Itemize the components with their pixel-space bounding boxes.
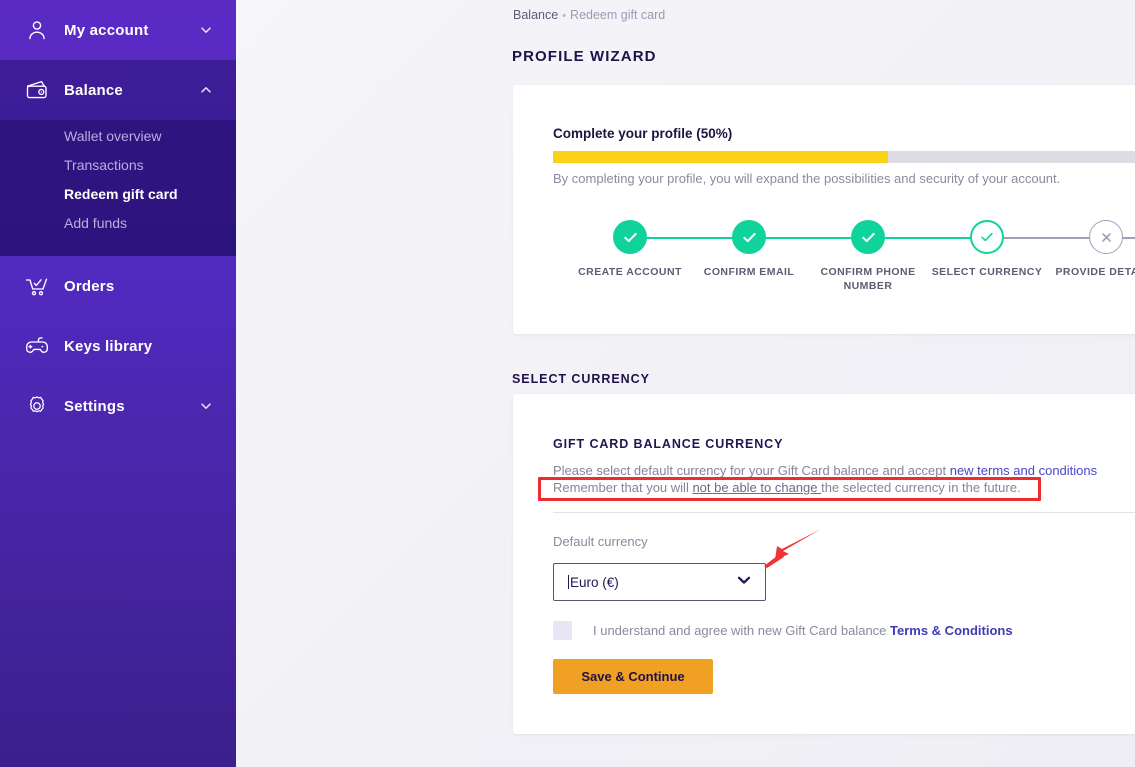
sidebar-group-balance: Balance Wallet overview Transactions Red…: [0, 60, 236, 256]
default-currency-select[interactable]: Euro (€): [553, 563, 766, 601]
select-currency-card: GIFT CARD BALANCE CURRENCY Please select…: [513, 394, 1135, 734]
terms-checkbox-label-text: I understand and agree with new Gift Car…: [593, 623, 891, 638]
divider: [553, 512, 1135, 513]
sidebar-item-orders[interactable]: Orders: [0, 256, 236, 316]
text-cursor: [568, 574, 569, 589]
progress-bar-fill: [553, 151, 888, 163]
wizard-step-label: PROVIDE DETAILS: [1055, 266, 1135, 278]
currency-description: Please select default currency for your …: [553, 462, 1135, 496]
wizard-step-provide-details[interactable]: PROVIDE DETAILS: [1046, 215, 1135, 280]
terms-checkbox[interactable]: [553, 621, 572, 640]
gear-icon: [24, 393, 50, 419]
chevron-down-icon[interactable]: [735, 571, 753, 594]
default-currency-value: Euro (€): [568, 574, 735, 590]
chevron-down-icon[interactable]: [198, 22, 214, 38]
page-title: PROFILE WIZARD: [512, 48, 657, 65]
sidebar-item-label: Keys library: [64, 337, 153, 355]
sidebar-item-label: My account: [64, 21, 149, 39]
sidebar-item-balance[interactable]: Balance: [0, 60, 236, 120]
app-root: My account Balance Wallet overview Trans…: [0, 0, 1135, 767]
wallet-icon: [24, 77, 50, 103]
wizard-step-label: CONFIRM EMAIL: [703, 266, 795, 278]
profile-wizard-card: Complete your profile (50%) By completin…: [513, 85, 1135, 334]
wizard-step-select-currency[interactable]: SELECT CURRENCY: [927, 215, 1047, 280]
sidebar-item-my-account[interactable]: My account: [0, 0, 236, 60]
breadcrumb: Balance • Redeem gift card: [513, 8, 665, 22]
breadcrumb-separator: •: [562, 10, 567, 22]
progress-label: Complete your profile (50%): [553, 126, 733, 141]
gift-card-balance-currency-heading: GIFT CARD BALANCE CURRENCY: [553, 437, 784, 451]
user-icon: [24, 17, 50, 43]
sidebar-item-label: Balance: [64, 81, 123, 99]
sidebar-subitem-transactions[interactable]: Transactions: [0, 151, 236, 180]
currency-description-part3: the selected currency in the future.: [821, 480, 1021, 495]
sidebar-item-label: Orders: [64, 277, 115, 295]
sidebar-item-settings[interactable]: Settings: [0, 376, 236, 436]
terms-checkbox-row: I understand and agree with new Gift Car…: [553, 621, 1013, 640]
wizard-stepper: CREATE ACCOUNT CONFIRM EMAIL CONFIRM PHO…: [553, 215, 1135, 310]
sidebar-subitem-add-funds[interactable]: Add funds: [0, 209, 236, 238]
wizard-step-label: CREATE ACCOUNT: [578, 266, 682, 278]
wizard-step-label: CONFIRM PHONE NUMBER: [820, 266, 916, 292]
default-currency-label: Default currency: [553, 534, 648, 549]
gamepad-icon: [24, 333, 50, 359]
default-currency-value-text: Euro (€): [570, 574, 619, 590]
sidebar-subitem-wallet-overview[interactable]: Wallet overview: [0, 122, 236, 151]
breadcrumb-parent[interactable]: Balance: [513, 8, 558, 22]
sidebar-item-label: Settings: [64, 397, 125, 415]
currency-description-underlined: not be able to change: [692, 480, 822, 495]
wizard-step-confirm-phone-number[interactable]: CONFIRM PHONE NUMBER: [808, 215, 928, 293]
check-icon: [613, 220, 647, 254]
new-terms-and-conditions-link[interactable]: new terms and conditions: [950, 463, 1097, 478]
check-icon: [851, 220, 885, 254]
wizard-step-label: SELECT CURRENCY: [931, 266, 1043, 278]
main-content: Balance • Redeem gift card PROFILE WIZARD …: [236, 0, 1135, 767]
sidebar-subnav-balance: Wallet overview Transactions Redeem gift…: [0, 120, 236, 256]
progress-description: By completing your profile, you will exp…: [553, 171, 1061, 186]
chevron-down-icon[interactable]: [198, 398, 214, 414]
progress-bar: [553, 151, 1135, 163]
sidebar: My account Balance Wallet overview Trans…: [0, 0, 236, 767]
sidebar-item-keys-library[interactable]: Keys library: [0, 316, 236, 376]
close-icon: [1089, 220, 1123, 254]
terms-checkbox-label: I understand and agree with new Gift Car…: [593, 623, 1013, 638]
wizard-step-confirm-email[interactable]: CONFIRM EMAIL: [689, 215, 809, 280]
check-icon: [970, 220, 1004, 254]
currency-description-part1: Please select default currency for your …: [553, 463, 950, 478]
section-title-select-currency: SELECT CURRENCY: [512, 372, 650, 386]
breadcrumb-current: Redeem gift card: [570, 8, 666, 22]
wizard-step-create-account[interactable]: CREATE ACCOUNT: [570, 215, 690, 280]
sidebar-subitem-redeem-gift-card[interactable]: Redeem gift card: [0, 180, 236, 209]
currency-description-part2: Remember that you will: [553, 480, 693, 495]
cart-icon: [24, 273, 50, 299]
chevron-up-icon[interactable]: [198, 82, 214, 98]
terms-and-conditions-link[interactable]: Terms & Conditions: [890, 623, 1013, 638]
save-and-continue-button[interactable]: Save & Continue: [553, 659, 713, 694]
check-icon: [732, 220, 766, 254]
